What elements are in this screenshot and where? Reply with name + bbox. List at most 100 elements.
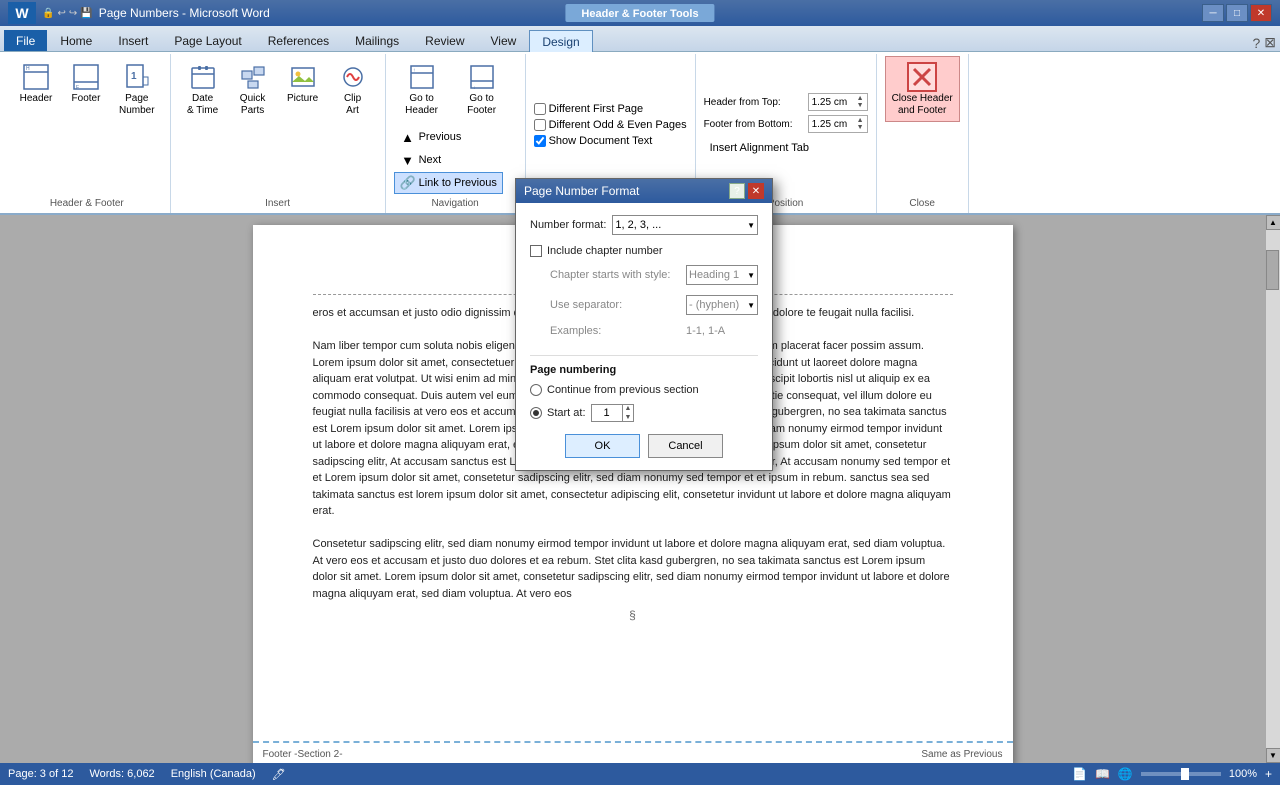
start-at-down[interactable]: ▼ bbox=[623, 413, 634, 422]
chapter-starts-select[interactable]: Heading 1 ▼ bbox=[686, 265, 758, 285]
footer-from-bottom-row: Footer from Bottom: 1.25 cm ▲ ▼ bbox=[704, 115, 868, 133]
close-button[interactable]: ✕ bbox=[1250, 4, 1272, 22]
footer-button[interactable]: F Footer bbox=[62, 56, 110, 110]
title-left: W 🔒 ↩ ↪ 💾 Page Numbers - Microsoft Word bbox=[8, 2, 270, 24]
next-label: Next bbox=[419, 154, 442, 166]
view-icon-full[interactable]: 📖 bbox=[1095, 767, 1110, 781]
show-document-text-checkbox[interactable]: Show Document Text bbox=[534, 135, 653, 147]
header-down-arrow[interactable]: ▼ bbox=[857, 102, 864, 109]
insert-alignment-tab-button[interactable]: Insert Alignment Tab bbox=[704, 139, 815, 157]
show-document-text-input[interactable] bbox=[534, 135, 546, 147]
quick-parts-button[interactable]: QuickParts bbox=[229, 56, 277, 122]
header-up-arrow[interactable]: ▲ bbox=[857, 95, 864, 102]
vertical-scrollbar[interactable]: ▲ ▼ bbox=[1265, 215, 1280, 763]
insert-buttons: Date& Time QuickParts Picture ClipArt bbox=[179, 56, 377, 194]
start-at-up[interactable]: ▲ bbox=[623, 404, 634, 413]
include-chapter-checkbox[interactable] bbox=[530, 245, 542, 257]
minimize-button[interactable]: ─ bbox=[1202, 4, 1224, 22]
dialog-body: Number format: 1, 2, 3, ... ▼ Include ch… bbox=[516, 203, 772, 470]
use-separator-label: Use separator: bbox=[550, 299, 680, 311]
view-icon-print[interactable]: 📄 bbox=[1072, 767, 1087, 781]
footer-from-bottom-input[interactable]: 1.25 cm ▲ ▼ bbox=[808, 115, 868, 133]
chapter-starts-value: Heading 1 bbox=[689, 269, 739, 281]
view-icon-web[interactable]: 🌐 bbox=[1118, 767, 1133, 781]
tab-home[interactable]: Home bbox=[47, 29, 105, 51]
header-footer-buttons: H Header F Footer 1 PageNumber bbox=[12, 56, 162, 194]
continue-radio[interactable] bbox=[530, 384, 542, 396]
scroll-track[interactable] bbox=[1266, 230, 1280, 748]
number-format-select[interactable]: 1, 2, 3, ... ▼ bbox=[612, 215, 758, 235]
clip-art-button[interactable]: ClipArt bbox=[329, 56, 377, 122]
tab-mailings[interactable]: Mailings bbox=[342, 29, 412, 51]
header-from-top-value: 1.25 cm bbox=[812, 97, 848, 108]
header-from-top-spinner[interactable]: ▲ ▼ bbox=[857, 95, 864, 109]
chapter-starts-arrow: ▼ bbox=[747, 271, 755, 280]
go-to-header-button[interactable]: ↑ Go toHeader bbox=[394, 56, 450, 122]
different-odd-even-checkbox[interactable]: Different Odd & Even Pages bbox=[534, 119, 687, 131]
picture-button[interactable]: Picture bbox=[279, 56, 327, 110]
date-time-button[interactable]: Date& Time bbox=[179, 56, 227, 122]
footer-section-label: Footer -Section 2- bbox=[263, 747, 343, 762]
scroll-down-button[interactable]: ▼ bbox=[1266, 748, 1280, 763]
different-first-page-input[interactable] bbox=[534, 103, 546, 115]
close-header-footer-label: Close Headerand Footer bbox=[892, 93, 953, 117]
page-number-button[interactable]: 1 PageNumber bbox=[112, 56, 162, 122]
use-separator-select[interactable]: - (hyphen) ▼ bbox=[686, 295, 758, 315]
different-odd-even-input[interactable] bbox=[534, 119, 546, 131]
tab-file[interactable]: File bbox=[4, 30, 47, 51]
tab-insert[interactable]: Insert bbox=[105, 29, 161, 51]
page-number-format-dialog: Page Number Format ? ✕ Number format: 1,… bbox=[515, 178, 773, 471]
header-from-top-row: Header from Top: 1.25 cm ▲ ▼ bbox=[704, 93, 868, 111]
start-at-input[interactable]: ▲ ▼ bbox=[591, 404, 635, 422]
next-icon: ▼ bbox=[400, 152, 416, 168]
close-header-footer-button[interactable]: Close Headerand Footer bbox=[885, 56, 960, 122]
go-to-footer-label: Go toFooter bbox=[467, 93, 496, 117]
close-header-footer-icon bbox=[906, 61, 938, 93]
header-from-top-input[interactable]: 1.25 cm ▲ ▼ bbox=[808, 93, 868, 111]
footer-up-arrow[interactable]: ▲ bbox=[857, 117, 864, 124]
svg-text:1: 1 bbox=[131, 71, 137, 82]
number-format-label: Number format: bbox=[530, 219, 606, 231]
previous-button[interactable]: ▲ Previous bbox=[394, 126, 503, 148]
scroll-thumb[interactable] bbox=[1266, 250, 1279, 290]
different-first-page-checkbox[interactable]: Different First Page bbox=[534, 103, 644, 115]
dialog-close-button[interactable]: ✕ bbox=[748, 183, 764, 199]
link-to-previous-button[interactable]: 🔗 Link to Previous bbox=[394, 172, 503, 194]
footer-icon: F bbox=[70, 61, 102, 93]
link-to-previous-label: Link to Previous bbox=[419, 177, 497, 189]
go-to-footer-button[interactable]: ↓ Go toFooter bbox=[454, 56, 510, 122]
zoom-thumb[interactable] bbox=[1181, 768, 1189, 780]
tab-design[interactable]: Design bbox=[529, 30, 592, 52]
include-chapter-label: Include chapter number bbox=[547, 245, 663, 257]
page-number-label: PageNumber bbox=[119, 93, 155, 117]
position-content: Header from Top: 1.25 cm ▲ ▼ Footer from… bbox=[704, 56, 868, 194]
cancel-button[interactable]: Cancel bbox=[648, 434, 723, 458]
tab-review[interactable]: Review bbox=[412, 29, 477, 51]
tab-page-layout[interactable]: Page Layout bbox=[161, 29, 254, 51]
start-at-value[interactable] bbox=[592, 407, 622, 419]
clip-art-label: ClipArt bbox=[344, 93, 361, 117]
zoom-slider[interactable] bbox=[1141, 772, 1221, 776]
status-right: 📄 📖 🌐 100% + bbox=[1072, 767, 1272, 781]
start-at-label: Start at: bbox=[547, 407, 586, 419]
tab-references[interactable]: References bbox=[255, 29, 342, 51]
scroll-up-button[interactable]: ▲ bbox=[1266, 215, 1280, 230]
svg-text:↑: ↑ bbox=[413, 68, 416, 74]
dialog-help-button[interactable]: ? bbox=[729, 183, 745, 199]
restore-button[interactable]: □ bbox=[1226, 4, 1248, 22]
tab-view[interactable]: View bbox=[478, 29, 530, 51]
continue-from-previous-row: Continue from previous section bbox=[530, 384, 758, 396]
svg-text:↓: ↓ bbox=[473, 85, 476, 91]
start-at-radio[interactable] bbox=[530, 407, 542, 419]
footer-down-arrow[interactable]: ▼ bbox=[857, 124, 864, 131]
navigation-group-label: Navigation bbox=[394, 194, 517, 209]
footer-from-bottom-spinner[interactable]: ▲ ▼ bbox=[857, 117, 864, 131]
next-button[interactable]: ▼ Next bbox=[394, 149, 503, 171]
go-to-footer-icon: ↓ bbox=[466, 61, 498, 93]
zoom-in-icon[interactable]: + bbox=[1265, 767, 1272, 781]
start-at-spinner[interactable]: ▲ ▼ bbox=[622, 404, 634, 422]
ok-button[interactable]: OK bbox=[565, 434, 640, 458]
dialog-title-text: Page Number Format bbox=[524, 184, 639, 198]
header-button[interactable]: H Header bbox=[12, 56, 60, 110]
window-controls[interactable]: ─ □ ✕ bbox=[1202, 4, 1272, 22]
